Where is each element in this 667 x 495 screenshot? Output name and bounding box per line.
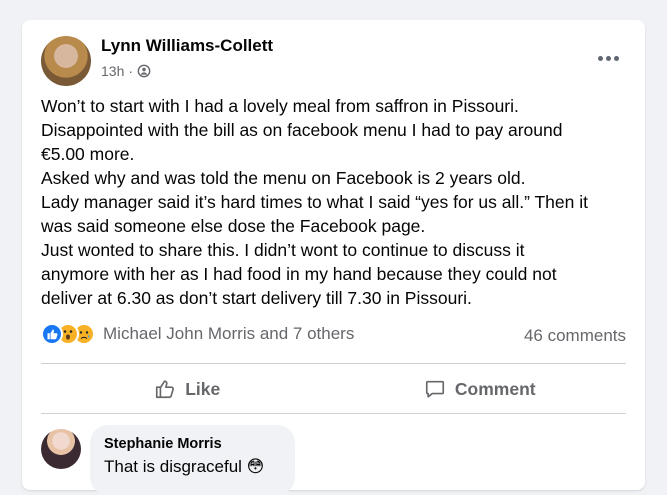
post-actions-bar: Like Comment [41, 366, 626, 412]
post-text-line: Disappointed with the bill as on faceboo… [41, 120, 563, 140]
comment-bubble: Stephanie Morris That is disgraceful 😳 [90, 425, 295, 495]
post-timestamp[interactable]: 13h [101, 63, 124, 79]
post-card: Lynn Williams-Collett 13h · Won’t to sta… [22, 20, 645, 495]
divider [41, 413, 626, 414]
comment-text: That is disgraceful 😳 [104, 457, 265, 476]
comment-button[interactable]: Comment [334, 366, 627, 412]
post-meta: 13h · [101, 63, 151, 79]
more-options-button[interactable] [593, 48, 623, 68]
friends-icon[interactable] [137, 64, 151, 78]
like-label: Like [185, 378, 221, 399]
like-reaction-icon [41, 323, 63, 345]
divider [41, 363, 626, 364]
like-button[interactable]: Like [41, 366, 334, 412]
post-text-line: Won’t to start with I had a lovely meal … [41, 96, 519, 116]
reactions-summary[interactable]: Michael John Morris and 7 others [41, 323, 354, 345]
post-text-line: anymore with her as I had food in my han… [41, 264, 557, 284]
comments-count-link[interactable]: 46 comments [524, 326, 626, 346]
more-dot-icon [597, 55, 603, 61]
post-author-name[interactable]: Lynn Williams-Collett [101, 36, 273, 56]
comment-label: Comment [454, 378, 536, 399]
more-dot-icon [605, 55, 611, 61]
comment-icon [425, 380, 444, 398]
reaction-names[interactable]: Michael John Morris and 7 others [103, 324, 354, 344]
post-text-line: Lady manager said it’s hard times to wha… [41, 192, 588, 212]
post-text-line: was said someone else dose the Facebook … [41, 216, 426, 236]
post-body: Won’t to start with I had a lovely meal … [41, 94, 641, 310]
post-text-line: Asked why and was told the menu on Faceb… [41, 168, 526, 188]
post-text-line: €5.00 more. [41, 144, 135, 164]
post-text-line: deliver at 6.30 as don’t start delivery … [41, 288, 472, 308]
more-dot-icon [613, 55, 619, 61]
author-avatar[interactable] [41, 36, 91, 86]
commenter-avatar[interactable] [41, 429, 81, 469]
thumbs-up-icon [156, 380, 175, 399]
post-text-line: Just wonted to share this. I didn’t wont… [41, 240, 525, 260]
meta-separator: · [128, 63, 134, 79]
commenter-name[interactable]: Stephanie Morris [104, 436, 222, 452]
